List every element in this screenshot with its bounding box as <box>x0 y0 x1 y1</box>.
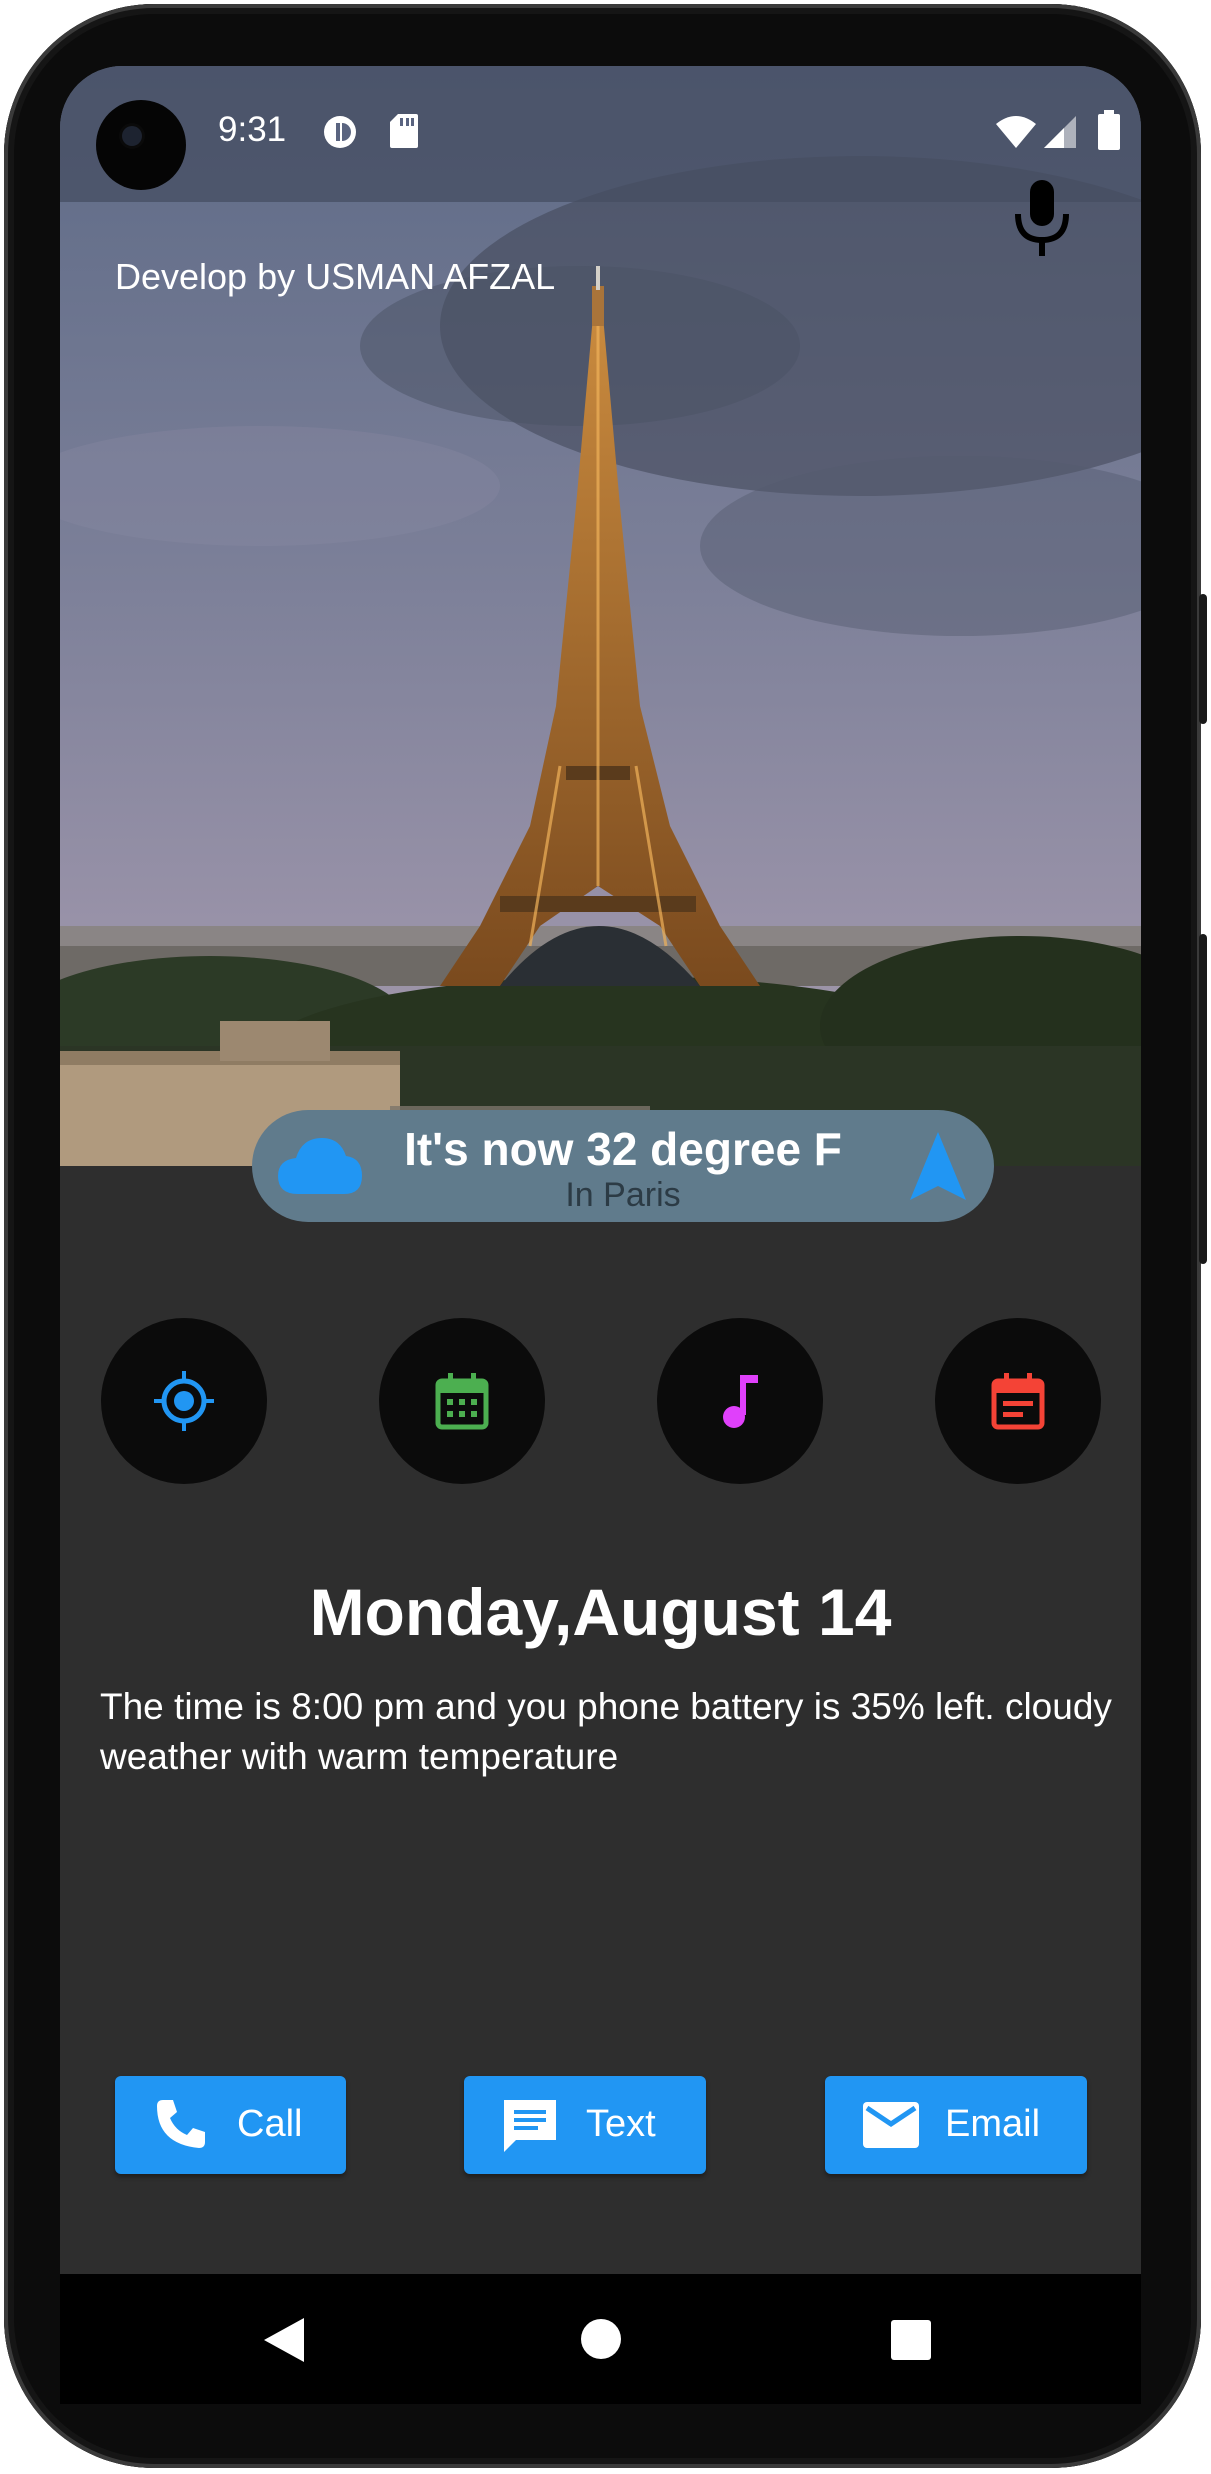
email-button[interactable]: Email <box>825 2076 1087 2174</box>
wifi-icon <box>996 116 1036 148</box>
volume-button <box>1199 934 1207 1264</box>
battery-icon <box>1098 110 1120 150</box>
music-note-icon <box>723 1375 758 1428</box>
call-label: Call <box>237 2103 303 2145</box>
calendar-button[interactable] <box>379 1318 545 1484</box>
eiffel-tower-photo <box>60 66 1141 1166</box>
events-button[interactable] <box>935 1318 1101 1484</box>
status-description: The time is 8:00 pm and you phone batter… <box>100 1686 1112 1777</box>
mail-icon <box>863 2102 919 2148</box>
navigation-arrow-icon[interactable] <box>910 1132 966 1200</box>
home-icon[interactable] <box>580 2318 622 2360</box>
email-label: Email <box>945 2103 1041 2145</box>
call-button[interactable]: Call <box>115 2076 346 2174</box>
power-button <box>1199 594 1207 724</box>
app-screen: 9:31 Develop by USMAN AFZAL It's now 32 … <box>60 66 1141 2274</box>
mic-icon[interactable] <box>1010 180 1074 260</box>
text-label: Text <box>586 2103 656 2145</box>
phone-icon <box>157 2100 205 2148</box>
gps-target-icon <box>154 1371 214 1431</box>
vpn-key-icon <box>324 116 356 148</box>
status-time: 9:31 <box>218 110 287 149</box>
calendar-grid-icon <box>435 1373 489 1430</box>
date-heading: Monday,August 14 <box>309 1575 892 1649</box>
back-icon[interactable] <box>264 2318 304 2362</box>
sd-card-icon <box>390 114 418 148</box>
location-button[interactable] <box>101 1318 267 1484</box>
text-button[interactable]: Text <box>464 2076 706 2174</box>
music-button[interactable] <box>657 1318 823 1484</box>
message-icon <box>504 2100 556 2152</box>
developer-credit: Develop by USMAN AFZAL <box>115 256 556 297</box>
weather-location: In Paris <box>565 1176 681 1214</box>
recents-icon[interactable] <box>891 2320 931 2360</box>
front-camera <box>96 100 186 190</box>
event-note-icon <box>991 1373 1045 1430</box>
cellular-signal-icon <box>1044 116 1076 148</box>
hero-image <box>60 66 1141 1166</box>
system-nav-bar <box>60 2274 1141 2404</box>
weather-title: It's now 32 degree F <box>404 1123 842 1175</box>
weather-card[interactable]: It's now 32 degree F In Paris <box>252 1110 994 1222</box>
status-bar: 9:31 <box>60 66 1141 202</box>
